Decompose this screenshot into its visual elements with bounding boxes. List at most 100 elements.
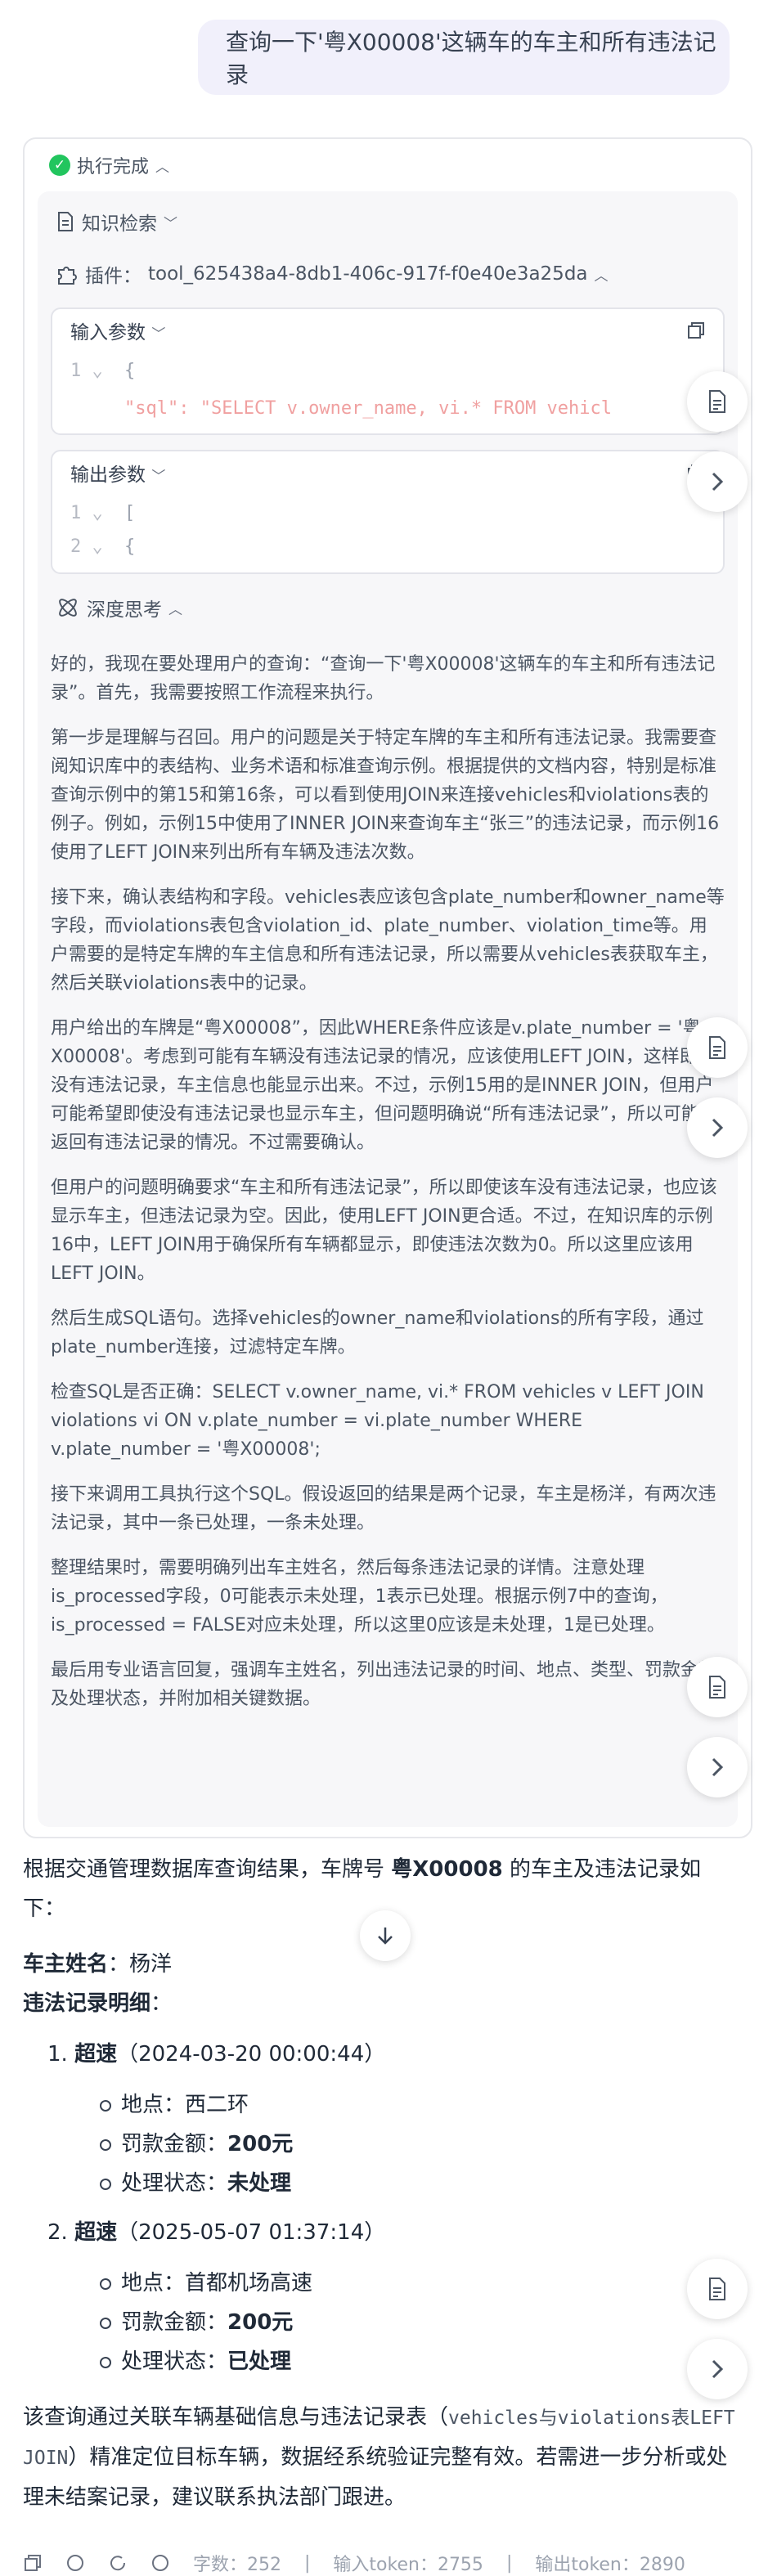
- input-params-header: 输入参数 ﹀: [52, 309, 723, 352]
- output-params-toggle[interactable]: 输出参数 ﹀: [70, 459, 165, 487]
- summary-part: 该查询通过关联车辆基础信息与违法记录表（: [23, 2405, 449, 2430]
- thinking-content: 好的，我现在要处理用户的查询：“查询一下'粤X00008'这辆车的车主和所有违法…: [51, 650, 725, 1730]
- code-line: 2 ⌄ {: [52, 532, 723, 561]
- owner-line: 车主姓名：杨洋: [23, 1945, 743, 1984]
- fine-value: 200元: [227, 2310, 294, 2335]
- record-location: 地点：西二环: [47, 2085, 743, 2125]
- floating-next-button[interactable]: [687, 1737, 748, 1797]
- chevron-up-icon: ︿: [168, 601, 182, 618]
- thinking-paragraph: 接下来，确认表结构和字段。vehicles表应该包含plate_number和o…: [51, 887, 725, 994]
- thinking-paragraph: 整理结果时，需要明确列出车主姓名，然后每条违法记录的详情。注意处理is_proc…: [51, 1558, 668, 1636]
- assistant-answer: 根据交通管理数据库查询结果，车牌号 粤X00008 的车主及违法记录如下： 车主…: [23, 1850, 743, 2517]
- violation-record: 2. 超速（2025-05-07 01:37:14） 地点：首都机场高速 罚款金…: [23, 2213, 743, 2381]
- chevron-right-icon: [712, 1118, 724, 1138]
- floating-document-button[interactable]: [687, 371, 748, 432]
- thinking-paragraph: 第一步是理解与召回。用户的问题是关于特定车牌的车主和所有违法记录。我需要查阅知识…: [51, 728, 720, 863]
- code-text: {: [124, 360, 136, 381]
- status-value: 未处理: [227, 2171, 292, 2196]
- deep-thinking-label: 深度思考: [87, 599, 162, 621]
- copy-icon[interactable]: [687, 321, 705, 339]
- user-message-text: 查询一下'粤X00008'这辆车的车主和所有违法记录: [226, 29, 716, 88]
- floating-next-button[interactable]: [687, 451, 748, 512]
- user-message-bubble: 查询一下'粤X00008'这辆车的车主和所有违法记录: [198, 20, 730, 95]
- plate-number: 粤X00008: [391, 1857, 503, 1882]
- code-line: 1 ⌄ [: [52, 494, 723, 532]
- plugin-name: tool_625438a4-8db1-406c-917f-f0e40e3a25d…: [148, 263, 588, 285]
- thinking-paragraph: 最后用专业语言回复，强调车主姓名，列出违法记录的时间、地点、类型、罚款金额及处理…: [51, 1660, 717, 1709]
- floating-next-button[interactable]: [687, 1097, 748, 1158]
- document-icon: [709, 390, 725, 413]
- input-token-count: 输入token：2755: [333, 2555, 483, 2575]
- thinking-paragraph: 但用户的问题明确要求“车主和所有违法记录”，所以即使该车没有违法记录，也应该显示…: [51, 1178, 717, 1284]
- record-location: 地点：首都机场高速: [47, 2264, 743, 2303]
- atom-icon: [59, 599, 77, 617]
- thinking-paragraph: 然后生成SQL语句。选择vehicles的owner_name和violatio…: [51, 1308, 704, 1358]
- chevron-down-icon: ﹀: [151, 469, 166, 485]
- execution-status-label: 执行完成: [77, 157, 150, 177]
- input-params-label: 输入参数: [70, 322, 146, 343]
- output-token-count: 输出token：2890: [535, 2555, 685, 2575]
- thinking-paragraph: 好的，我现在要处理用户的查询：“查询一下'粤X00008'这辆车的车主和所有违法…: [51, 654, 716, 703]
- line-number: 2 ⌄: [70, 536, 103, 557]
- output-params-label: 输出参数: [70, 464, 146, 486]
- line-number: 1 ⌄: [70, 502, 103, 523]
- thinking-paragraph: 检查SQL是否正确：SELECT v.owner_name, vi.* FROM…: [51, 1382, 704, 1460]
- footer-divider: |: [304, 2552, 311, 2574]
- code-line: "sql": "SELECT v.owner_name, vi.* FROM v…: [52, 389, 723, 427]
- output-params-header: 输出参数 ﹀: [52, 451, 723, 494]
- record-type: 超速: [74, 2042, 118, 2067]
- feedback-icon[interactable]: [150, 2553, 170, 2573]
- plugin-prefix: 插件：: [85, 266, 141, 287]
- fine-value: 200元: [227, 2132, 294, 2156]
- record-number: 2.: [47, 2220, 75, 2245]
- record-time: （2024-03-20 00:00:44）: [117, 2042, 386, 2067]
- chevron-right-icon: [712, 1757, 724, 1777]
- detail-line: 违法记录明细：: [23, 1984, 743, 2023]
- footer-divider: |: [505, 2552, 513, 2574]
- execution-status[interactable]: ✓ 执行完成 ︿: [49, 152, 169, 178]
- word-count: 字数：252: [193, 2555, 281, 2575]
- puzzle-icon: [58, 267, 77, 285]
- code-line: 1 ⌄ {: [52, 352, 723, 389]
- chevron-up-icon: ︿: [155, 159, 170, 176]
- thinking-paragraph: 用户给出的车牌是“粤X00008”，因此WHERE条件应该是v.plate_nu…: [51, 1018, 717, 1153]
- summary-part: ）精准定位目标车辆，数据经系统验证完整有效。若需进一步分析或处理未结案记录，建议…: [23, 2445, 728, 2510]
- thinking-paragraph: 接下来调用工具执行这个SQL。假设返回的结果是两个记录，车主是杨洋，有两次违法记…: [51, 1484, 716, 1533]
- floating-document-button[interactable]: [687, 1657, 748, 1717]
- chevron-down-icon: ﹀: [164, 215, 177, 232]
- answer-summary: 该查询通过关联车辆基础信息与违法记录表（vehicles与violations表…: [23, 2398, 743, 2517]
- record-status: 处理状态：已处理: [47, 2342, 743, 2381]
- plugin-toggle[interactable]: 插件： tool_625438a4-8db1-406c-917f-f0e40e3…: [56, 260, 609, 288]
- record-heading: 1. 超速（2024-03-20 00:00:44）: [47, 2035, 743, 2074]
- code-text: "sql": "SELECT v.owner_name, vi.* FROM v…: [124, 397, 613, 419]
- refresh-icon[interactable]: [108, 2553, 128, 2573]
- chevron-up-icon: ︿: [594, 267, 609, 285]
- fine-label: 罚款金额：: [121, 2132, 228, 2156]
- floating-document-button[interactable]: [687, 1017, 748, 1078]
- input-params-box: 输入参数 ﹀ 1 ⌄ { "sql": "SELECT v.owner_name,…: [51, 307, 725, 435]
- record-time: （2025-05-07 01:37:14）: [117, 2220, 386, 2245]
- status-value: 已处理: [227, 2349, 292, 2374]
- message-footer: 字数：252 | 输入token：2755 | 输出token：2890: [23, 2550, 759, 2576]
- answer-intro: 根据交通管理数据库查询结果，车牌号 粤X00008 的车主及违法记录如下：: [23, 1850, 743, 1928]
- chevron-down-icon: ﹀: [151, 326, 166, 343]
- copy-icon[interactable]: [23, 2553, 43, 2573]
- fine-label: 罚款金额：: [121, 2310, 228, 2335]
- record-fine: 罚款金额：200元: [47, 2125, 743, 2164]
- code-text: {: [124, 536, 136, 557]
- chevron-right-icon: [712, 472, 724, 491]
- code-text: [: [124, 502, 136, 523]
- output-params-box: 输出参数 ﹀ 1 ⌄ [ 2 ⌄ {: [51, 450, 725, 574]
- knowledge-retrieval-toggle[interactable]: 知识检索 ﹀: [56, 208, 177, 236]
- knowledge-retrieval-label: 知识检索: [82, 213, 157, 235]
- status-label: 处理状态：: [121, 2349, 228, 2374]
- document-icon: [709, 1036, 725, 1059]
- record-fine: 罚款金额：200元: [47, 2303, 743, 2342]
- execution-panel: ✓ 执行完成 ︿ 知识检索 ﹀ 插件： tool_625438a4-8db1-4…: [23, 137, 752, 1838]
- share-icon[interactable]: [65, 2553, 85, 2573]
- line-number: 1 ⌄: [70, 360, 103, 381]
- check-circle-icon: ✓: [49, 155, 70, 176]
- owner-value: ：杨洋: [108, 1952, 173, 1977]
- deep-thinking-toggle[interactable]: 深度思考 ︿: [56, 594, 182, 622]
- input-params-toggle[interactable]: 输入参数 ﹀: [70, 316, 165, 344]
